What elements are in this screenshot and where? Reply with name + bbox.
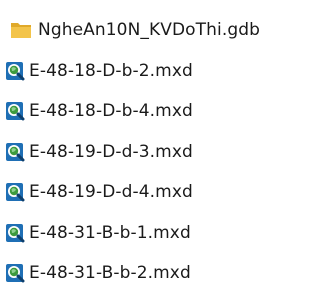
file-item-mxd[interactable]: E-48-31-B-b-2.mxd <box>4 253 326 289</box>
arcmap-document-icon <box>4 60 26 82</box>
file-item-mxd[interactable]: E-48-18-D-b-2.mxd <box>4 51 326 92</box>
file-item-gdb[interactable]: NgheAn10N_KVDoThi.gdb <box>4 10 326 51</box>
file-name: E-48-19-D-d-3.mxd <box>29 141 193 162</box>
file-name: E-48-19-D-d-4.mxd <box>29 182 193 203</box>
file-name: E-48-18-D-b-4.mxd <box>29 101 193 122</box>
file-item-mxd[interactable]: E-48-18-D-b-4.mxd <box>4 91 326 132</box>
arcmap-document-icon <box>4 100 26 122</box>
file-name: E-48-18-D-b-2.mxd <box>29 60 193 81</box>
file-name: E-48-31-B-b-1.mxd <box>29 222 191 243</box>
arcmap-document-icon <box>4 262 26 284</box>
file-item-mxd[interactable]: E-48-31-B-b-1.mxd <box>4 213 326 254</box>
folder-icon <box>10 19 32 41</box>
file-name: E-48-31-B-b-2.mxd <box>29 263 191 284</box>
arcmap-document-icon <box>4 141 26 163</box>
file-name: NgheAn10N_KVDoThi.gdb <box>38 20 261 41</box>
file-item-mxd[interactable]: E-48-19-D-d-3.mxd <box>4 132 326 173</box>
arcmap-document-icon <box>4 181 26 203</box>
file-list: NgheAn10N_KVDoThi.gdb E-48-18-D-b-2.mxd <box>0 0 326 289</box>
file-item-mxd[interactable]: E-48-19-D-d-4.mxd <box>4 172 326 213</box>
arcmap-document-icon <box>4 222 26 244</box>
